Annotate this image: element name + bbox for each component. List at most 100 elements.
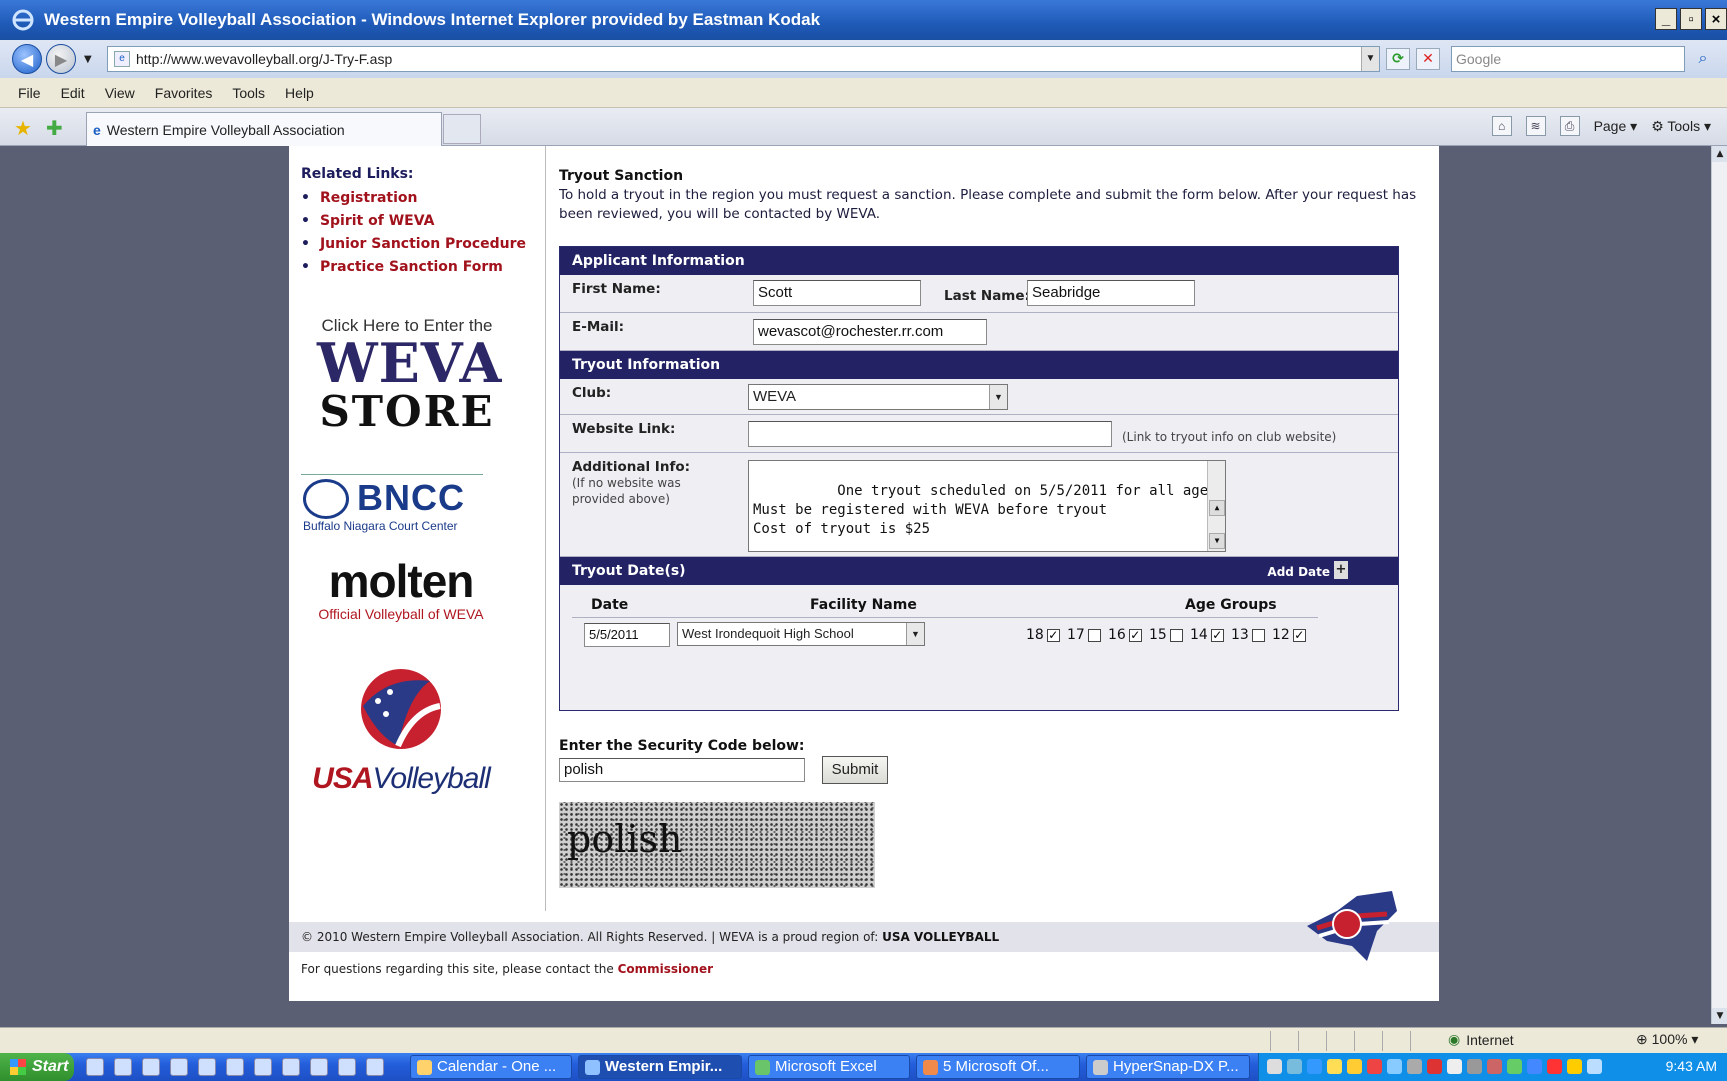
stop-button[interactable]: ✕ — [1416, 48, 1440, 70]
usa-volleyball-logo[interactable]: USAVolleyball — [311, 666, 491, 796]
minimize-button[interactable]: _ — [1655, 8, 1677, 30]
start-button[interactable]: Start — [0, 1053, 74, 1081]
link-practice-sanction-form[interactable]: Practice Sanction Form — [301, 259, 526, 277]
forward-button[interactable]: ▶ — [46, 44, 76, 74]
tools-menu[interactable]: ⚙ Tools ▾ — [1651, 118, 1711, 135]
feeds-icon[interactable]: ≋ — [1525, 116, 1546, 136]
tray-icon[interactable] — [1287, 1059, 1302, 1074]
tab-weva[interactable]: e Western Empire Volleyball Association — [86, 112, 442, 146]
age-group-checkbox[interactable]: ✓ — [1210, 628, 1224, 642]
new-tab-button[interactable] — [443, 114, 481, 144]
taskbar-item-label: 5 Microsoft Of... — [943, 1058, 1049, 1075]
scroll-up-icon[interactable]: ▲ — [1712, 146, 1727, 162]
tray-icon[interactable] — [1547, 1059, 1562, 1074]
quicklaunch-icon[interactable] — [198, 1058, 216, 1076]
security-code-field[interactable]: polish — [559, 758, 805, 782]
menu-favorites[interactable]: Favorites — [155, 85, 213, 101]
weva-store-ad[interactable]: Click Here to Enter the WEVA STORE — [317, 316, 501, 434]
security-zone[interactable]: ◉ Internet — [1448, 1031, 1514, 1048]
quicklaunch-icon[interactable] — [170, 1058, 188, 1076]
link-junior-sanction-procedure[interactable]: Junior Sanction Procedure — [301, 236, 526, 254]
age-group-checkbox[interactable] — [1251, 628, 1265, 642]
quicklaunch-icon[interactable] — [142, 1058, 160, 1076]
tray-icon[interactable] — [1467, 1059, 1482, 1074]
refresh-button[interactable]: ⟳ — [1386, 48, 1410, 70]
scroll-up-icon[interactable]: ▲ — [1209, 500, 1225, 516]
add-favorite-icon[interactable]: ✚ — [46, 116, 63, 140]
close-button[interactable]: × — [1705, 8, 1727, 30]
maximize-button[interactable]: ▫ — [1680, 8, 1702, 30]
zoom-level[interactable]: ⊕ 100% ▾ — [1636, 1031, 1698, 1048]
tray-icon[interactable] — [1447, 1059, 1462, 1074]
scroll-down-icon[interactable]: ▼ — [1209, 533, 1225, 549]
quicklaunch-icon[interactable] — [282, 1058, 300, 1076]
submit-button[interactable]: Submit — [822, 756, 888, 784]
facility-select[interactable]: West Irondequoit High School ▼ — [677, 622, 925, 646]
last-name-field[interactable]: Seabridge — [1027, 280, 1195, 306]
age-group-checkbox[interactable]: ✓ — [1292, 628, 1306, 642]
quicklaunch-icon[interactable] — [114, 1058, 132, 1076]
molten-logo[interactable]: molten Official Volleyball of WEVA — [311, 556, 491, 622]
favorites-star-icon[interactable]: ★ — [14, 116, 32, 140]
quicklaunch-icon[interactable] — [366, 1058, 384, 1076]
tray-icon[interactable] — [1267, 1059, 1282, 1074]
club-select[interactable]: WEVA ▼ — [748, 384, 1008, 410]
url-field[interactable]: e http://www.wevavolleyball.org/J-Try-F.… — [107, 46, 1380, 72]
tray-icon[interactable] — [1427, 1059, 1442, 1074]
menu-file[interactable]: File — [18, 85, 41, 101]
email-field[interactable]: wevascot@rochester.rr.com — [753, 319, 987, 345]
search-input[interactable]: Google — [1451, 46, 1685, 72]
url-dropdown-icon[interactable]: ▼ — [1361, 47, 1379, 71]
back-button[interactable]: ◀ — [12, 44, 42, 74]
quicklaunch-icon[interactable] — [226, 1058, 244, 1076]
link-registration[interactable]: Registration — [301, 190, 526, 208]
page-scrollbar[interactable]: ▲ ▼ — [1711, 146, 1727, 1024]
menu-tools[interactable]: Tools — [232, 85, 265, 101]
quicklaunch-icon[interactable] — [86, 1058, 104, 1076]
quicklaunch-icon[interactable] — [254, 1058, 272, 1076]
taskbar-item-browser[interactable]: Western Empir... — [578, 1055, 742, 1079]
tray-icon[interactable] — [1527, 1059, 1542, 1074]
bncc-logo[interactable]: BNCC Buffalo Niagara Court Center — [301, 474, 483, 533]
scroll-down-icon[interactable]: ▼ — [1712, 1008, 1727, 1024]
tray-icon[interactable] — [1327, 1059, 1342, 1074]
search-icon[interactable]: ⌕ — [1690, 48, 1716, 70]
status-bar: ◉ Internet ⊕ 100% ▾ — [0, 1027, 1727, 1053]
page-menu[interactable]: Page ▾ — [1594, 118, 1638, 135]
footer-contact: For questions regarding this site, pleas… — [301, 962, 713, 976]
tray-icon[interactable] — [1387, 1059, 1402, 1074]
website-field[interactable] — [748, 421, 1112, 447]
tray-icon[interactable] — [1367, 1059, 1382, 1074]
quicklaunch-icon[interactable] — [310, 1058, 328, 1076]
tray-icon[interactable] — [1507, 1059, 1522, 1074]
age-group-checkbox[interactable] — [1169, 628, 1183, 642]
commissioner-link[interactable]: Commissioner — [618, 962, 713, 976]
menu-view[interactable]: View — [105, 85, 135, 101]
tray-icon[interactable] — [1487, 1059, 1502, 1074]
tryout-date-field[interactable]: 5/5/2011 — [584, 623, 670, 647]
link-spirit-of-weva[interactable]: Spirit of WEVA — [301, 213, 526, 231]
textarea-scrollbar[interactable]: ▲ ▼ — [1207, 461, 1225, 551]
additional-info-textarea[interactable]: One tryout scheduled on 5/5/2011 for all… — [748, 460, 1226, 552]
taskbar-item-excel[interactable]: Microsoft Excel — [748, 1055, 910, 1079]
home-icon[interactable]: ⌂ — [1491, 116, 1512, 136]
first-name-field[interactable]: Scott — [753, 280, 921, 306]
tray-icon[interactable] — [1407, 1059, 1422, 1074]
age-group-checkbox[interactable]: ✓ — [1128, 628, 1142, 642]
history-dropdown-icon[interactable]: ▼ — [84, 54, 92, 65]
tray-icon[interactable] — [1307, 1059, 1322, 1074]
tray-icon[interactable] — [1567, 1059, 1582, 1074]
tray-icon[interactable] — [1347, 1059, 1362, 1074]
taskbar-item-hypersnap[interactable]: HyperSnap-DX P... — [1086, 1055, 1250, 1079]
add-date-label[interactable]: Add Date — [1267, 565, 1330, 579]
add-date-button[interactable]: + — [1334, 561, 1348, 579]
quicklaunch-icon[interactable] — [338, 1058, 356, 1076]
print-icon[interactable]: ⎙ — [1559, 116, 1580, 136]
menu-edit[interactable]: Edit — [61, 85, 85, 101]
menu-help[interactable]: Help — [285, 85, 314, 101]
taskbar-item-office[interactable]: 5 Microsoft Of... — [916, 1055, 1080, 1079]
age-group-checkbox[interactable] — [1087, 628, 1101, 642]
tray-icon[interactable] — [1587, 1059, 1602, 1074]
taskbar-item-calendar[interactable]: Calendar - One ... — [410, 1055, 572, 1079]
age-group-checkbox[interactable]: ✓ — [1046, 628, 1060, 642]
